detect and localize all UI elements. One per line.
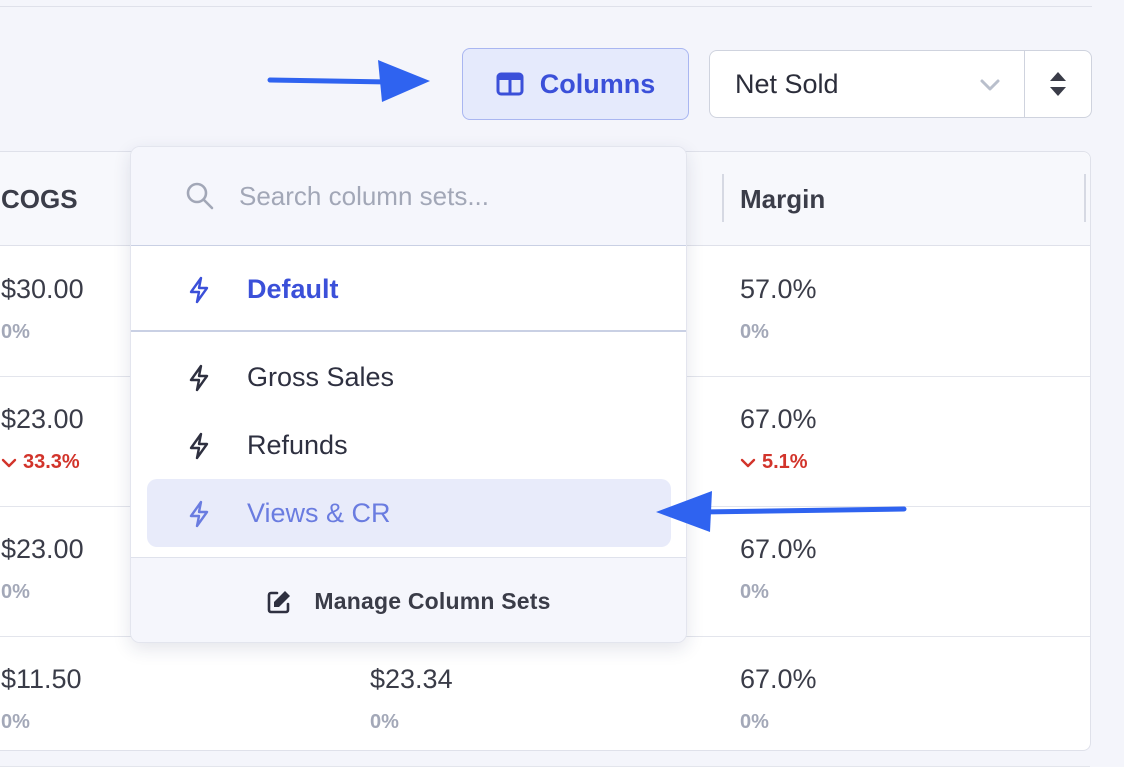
trend-down-icon xyxy=(740,458,756,467)
cogs-value: $30.00 xyxy=(1,274,84,304)
column-set-gross-sales[interactable]: Gross Sales xyxy=(147,343,671,411)
bolt-icon xyxy=(189,500,209,528)
margin-value: 57.0% xyxy=(740,274,817,304)
margin-value: 67.0% xyxy=(740,664,817,694)
columns-button[interactable]: Columns xyxy=(462,48,689,120)
margin-change-value: 5.1% xyxy=(762,451,808,473)
mid-column-change: 0% xyxy=(370,711,399,733)
dropdown-divider xyxy=(131,330,686,332)
table-row[interactable]: $11.50 0% $23.34 0% 67.0% 0% xyxy=(0,636,1090,767)
edit-icon xyxy=(268,590,291,613)
cogs-change-value: 33.3% xyxy=(23,451,80,473)
column-header-cogs[interactable]: COGS xyxy=(1,184,78,215)
sort-icon xyxy=(1050,72,1066,96)
trend-down-icon xyxy=(1,458,17,467)
column-set-refunds[interactable]: Refunds xyxy=(147,411,671,479)
column-sets-search[interactable]: Search column sets... xyxy=(131,147,686,246)
cogs-value: $23.00 xyxy=(1,534,84,564)
manage-column-sets-button[interactable]: Manage Column Sets xyxy=(131,557,686,642)
sort-metric-select[interactable]: Net Sold xyxy=(709,50,1025,118)
column-set-views-cr[interactable]: Views & CR xyxy=(147,479,671,547)
sort-direction-button[interactable] xyxy=(1024,50,1092,118)
column-header-margin[interactable]: Margin xyxy=(740,184,825,215)
manage-column-sets-label: Manage Column Sets xyxy=(314,588,551,614)
column-set-label: Gross Sales xyxy=(247,361,395,392)
annotation-arrow-left xyxy=(656,491,907,532)
column-set-label: Refunds xyxy=(247,429,348,460)
cogs-value: $23.00 xyxy=(1,404,84,434)
column-set-label: Views & CR xyxy=(247,497,391,528)
search-icon xyxy=(186,182,214,210)
column-resize-handle[interactable] xyxy=(722,174,724,222)
search-input-placeholder[interactable]: Search column sets... xyxy=(239,181,489,212)
sort-metric-value: Net Sold xyxy=(735,68,839,99)
bolt-icon xyxy=(189,276,209,304)
margin-change: 0% xyxy=(740,321,769,343)
bolt-icon xyxy=(189,432,209,460)
columns-icon xyxy=(496,72,524,96)
mid-column-value: $23.34 xyxy=(370,664,453,694)
bolt-icon xyxy=(189,364,209,392)
cogs-change: 0% xyxy=(1,321,30,343)
margin-value: 67.0% xyxy=(740,404,817,434)
column-sets-dropdown: Search column sets... Default Gross Sale… xyxy=(130,146,687,643)
cogs-value: $11.50 xyxy=(1,664,82,694)
column-set-label: Default xyxy=(247,273,339,304)
columns-button-label: Columns xyxy=(539,68,656,99)
margin-change: 5.1% xyxy=(740,451,808,474)
cogs-change: 0% xyxy=(1,711,30,733)
margin-change: 0% xyxy=(740,581,769,603)
cogs-change: 0% xyxy=(1,581,30,603)
margin-change: 0% xyxy=(740,711,769,733)
column-set-default[interactable]: Default xyxy=(147,255,671,323)
chevron-down-icon xyxy=(980,79,1000,91)
top-divider xyxy=(0,6,1092,7)
cogs-change: 33.3% xyxy=(1,451,80,474)
margin-value: 67.0% xyxy=(740,534,817,564)
annotation-arrow-right xyxy=(267,60,430,102)
column-resize-handle[interactable] xyxy=(1084,174,1086,222)
